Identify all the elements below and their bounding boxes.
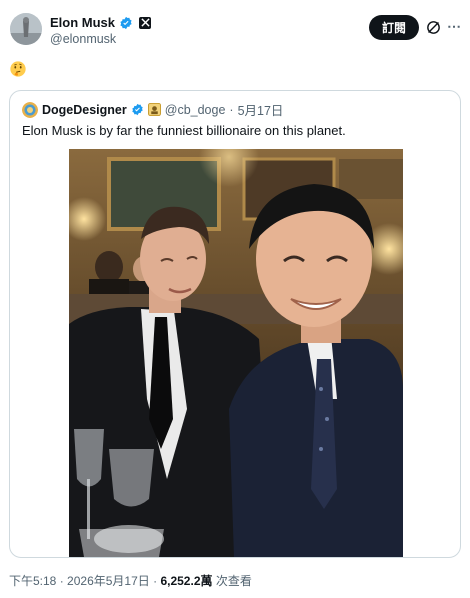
quoted-post-date[interactable]: 5月17日 xyxy=(238,100,284,119)
grok-icon[interactable] xyxy=(425,19,442,36)
author-display-name[interactable]: Elon Musk xyxy=(50,15,115,30)
author-name-row: Elon Musk xyxy=(50,15,152,30)
post-metadata: 下午5:18 · 2026年5月17日 · 6,252.2萬 次查看 xyxy=(9,572,252,589)
quoted-author-avatar[interactable] xyxy=(22,101,38,118)
quoted-post[interactable]: DogeDesigner @cb_doge · 5月17日 Elon Musk … xyxy=(9,90,461,558)
quoted-author-display-name[interactable]: DogeDesigner xyxy=(42,103,127,117)
thinking-emoji-icon xyxy=(10,61,26,77)
post-date[interactable]: 2026年5月17日 xyxy=(67,574,150,588)
more-options-icon[interactable]: ⋯ xyxy=(447,18,461,35)
author-avatar[interactable] xyxy=(10,13,42,45)
views-count: 6,252.2萬 xyxy=(160,574,213,588)
quoted-author-handle[interactable]: @cb_doge xyxy=(165,103,226,117)
quoted-post-header: DogeDesigner @cb_doge · 5月17日 xyxy=(22,100,283,119)
follow-button[interactable]: 訂閱 xyxy=(369,15,419,40)
verified-badge-icon xyxy=(120,16,132,29)
affiliation-x-icon[interactable] xyxy=(139,16,152,29)
views-label: 次查看 xyxy=(215,574,252,588)
photo-illustration xyxy=(69,149,403,557)
separator-dot: · xyxy=(59,574,64,588)
post-time[interactable]: 下午5:18 xyxy=(9,574,56,588)
quoted-post-photo[interactable] xyxy=(69,149,403,557)
author-handle[interactable]: @elonmusk xyxy=(50,32,116,46)
separator-dot: · xyxy=(153,574,158,588)
separator-dot: · xyxy=(229,102,234,117)
verified-badge-icon xyxy=(132,103,143,116)
post: Elon Musk @elonmusk 訂閱 ⋯ DogeDesigner @c… xyxy=(0,0,470,598)
affiliation-badge-icon[interactable] xyxy=(147,103,161,116)
quoted-post-text: Elon Musk is by far the funniest billion… xyxy=(22,123,346,138)
